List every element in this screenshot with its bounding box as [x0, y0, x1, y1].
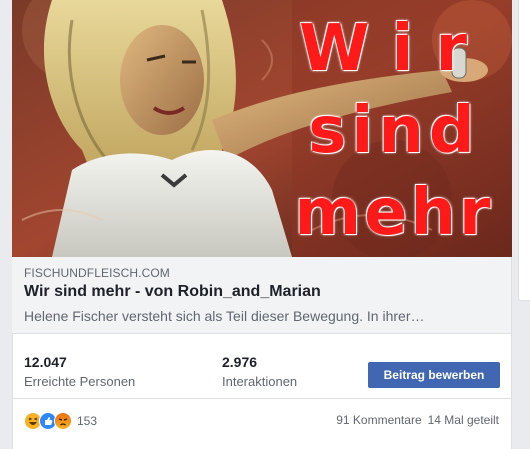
overlay-line-2: sind: [308, 94, 480, 168]
link-preview-meta[interactable]: FISCHUNDFLEISCH.COM Wir sind mehr - von …: [12, 257, 511, 334]
reach-label: Erreichte Personen: [24, 374, 136, 389]
overlay-line-3: mehr: [294, 176, 494, 250]
engagement-label: Interaktionen: [222, 374, 298, 389]
reach-stat: 12.047 Erreichte Personen: [24, 354, 135, 389]
overlay-line-1: Wir: [298, 12, 490, 86]
angry-icon: [54, 412, 72, 430]
image-overlay-text: Wir sind mehr: [284, 8, 504, 254]
reaction-summary[interactable]: 153: [24, 412, 97, 430]
engagement-value: 2.976: [222, 354, 258, 370]
engagement-links: 91 Kommentare 14 Mal geteilt: [336, 413, 499, 427]
adjacent-card-edge: [518, 0, 530, 301]
link-preview-image[interactable]: Wir sind mehr: [12, 0, 512, 257]
reaction-count: 153: [77, 414, 98, 428]
post-insights: 12.047 Erreichte Personen 2.976 Interakt…: [12, 334, 511, 399]
link-title[interactable]: Wir sind mehr - von Robin_and_Marian: [24, 283, 321, 301]
reach-value: 12.047: [24, 354, 67, 370]
reactions-bar: 153 91 Kommentare 14 Mal geteilt: [12, 398, 511, 443]
boost-post-button[interactable]: Beitrag bewerben: [368, 362, 500, 388]
shares-link[interactable]: 14 Mal geteilt: [428, 413, 499, 427]
link-domain: FISCHUNDFLEISCH.COM: [24, 266, 170, 280]
comments-link[interactable]: 91 Kommentare: [336, 413, 421, 427]
engagement-stat: 2.976 Interaktionen: [222, 354, 297, 389]
link-description: Helene Fischer versteht sich als Teil di…: [24, 308, 425, 324]
